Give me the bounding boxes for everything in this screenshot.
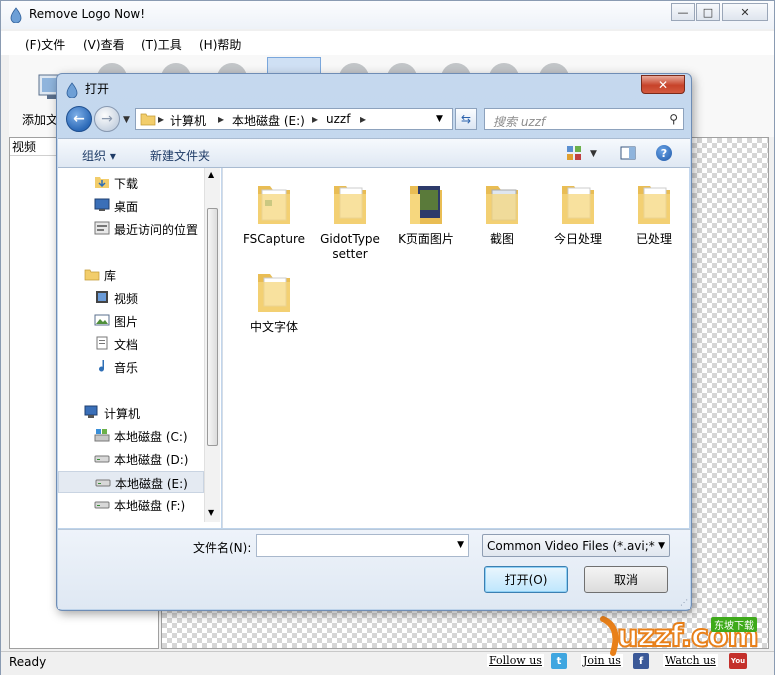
search-icon[interactable]: ⚲	[669, 112, 678, 126]
menu-view[interactable]: (V)查看	[83, 36, 125, 53]
drive-icon	[94, 501, 110, 509]
nav-item-downloads[interactable]: 下载	[58, 172, 204, 194]
drive-icon	[94, 455, 110, 463]
follow-us-link[interactable]: Follow us	[487, 654, 544, 667]
desktop-icon	[94, 198, 110, 211]
filetype-value: Common Video Files (*.avi;*.	[487, 539, 655, 553]
breadcrumb-drive-e[interactable]: 本地磁盘 (E:)	[232, 112, 305, 129]
search-box[interactable]: 搜索 uzzf ⚲	[484, 108, 684, 130]
filename-label: 文件名(N):	[193, 541, 252, 555]
app-logo-icon	[10, 7, 22, 23]
resize-grip-icon[interactable]: ⋰	[680, 598, 688, 607]
filetype-select[interactable]: Common Video Files (*.avi;*. ▼	[482, 534, 670, 557]
folder-icon	[562, 186, 594, 224]
watermark-badge: 东坡下载	[711, 617, 757, 632]
breadcrumb-computer[interactable]: 计算机	[170, 112, 206, 129]
file-item[interactable]: 今日处理	[541, 180, 615, 247]
folder-icon	[258, 186, 290, 224]
file-list[interactable]: FSCapture GidotType setter K页面图片 截图 今日处理…	[222, 168, 689, 528]
scroll-up-icon[interactable]: ▲	[208, 170, 214, 179]
dialog-close-button[interactable]: ✕	[641, 75, 685, 94]
file-item[interactable]: K页面图片	[389, 180, 463, 247]
watermark: uzzf.com 东坡下载	[599, 611, 769, 667]
dialog-title: 打开	[85, 82, 110, 96]
nav-scrollbar[interactable]: ▲ ▼	[204, 168, 220, 522]
system-drive-icon	[94, 429, 110, 442]
video-library-icon	[96, 291, 108, 303]
open-file-dialog: 打开 ✕ ← → ▼ ▸ 计算机 ▸ 本地磁盘 (E:) ▸ uzzf ▸ ▼ …	[56, 73, 692, 611]
filetype-dropdown-icon[interactable]: ▼	[658, 541, 665, 551]
nav-item-documents[interactable]: 文档	[58, 333, 204, 355]
drive-icon	[95, 479, 111, 487]
nav-item-desktop[interactable]: 桌面	[58, 195, 204, 217]
libraries-icon	[84, 269, 100, 281]
file-item[interactable]: 已处理	[617, 180, 691, 247]
cancel-button[interactable]: 取消	[584, 566, 668, 593]
nav-item-drive-c[interactable]: 本地磁盘 (C:)	[58, 425, 204, 447]
folder-icon	[258, 274, 290, 312]
forward-button[interactable]: →	[94, 106, 120, 132]
folder-icon	[334, 186, 366, 224]
open-button[interactable]: 打开(O)	[484, 566, 568, 593]
scrollbar-thumb[interactable]	[207, 208, 218, 446]
nav-item-videos[interactable]: 视频	[58, 287, 204, 309]
computer-icon	[84, 405, 98, 418]
address-bar[interactable]: ▸ 计算机 ▸ 本地磁盘 (E:) ▸ uzzf ▸ ▼	[135, 108, 453, 130]
breadcrumb-uzzf[interactable]: uzzf	[326, 112, 350, 126]
recent-locations-dropdown[interactable]: ▼	[123, 115, 130, 125]
help-icon[interactable]: ?	[656, 145, 672, 161]
nav-item-pictures[interactable]: 图片	[58, 310, 204, 332]
file-item[interactable]: 中文字体	[237, 268, 311, 335]
back-button[interactable]: ←	[66, 106, 92, 132]
menu-tools[interactable]: (T)工具	[141, 36, 182, 53]
nav-item-recent-places[interactable]: 最近访问的位置	[58, 218, 204, 240]
file-item[interactable]: GidotType setter	[313, 180, 387, 262]
filename-input[interactable]: ▼	[256, 534, 469, 557]
refresh-button[interactable]: ⇆	[455, 108, 477, 130]
add-video-label: 添加文	[22, 113, 59, 127]
address-dropdown-icon[interactable]: ▼	[436, 114, 443, 124]
folder-icon	[486, 186, 518, 224]
music-library-icon	[99, 360, 104, 372]
app-title: Remove Logo Now!	[29, 7, 146, 21]
new-folder-button[interactable]: 新建文件夹	[150, 147, 210, 164]
nav-item-music[interactable]: 音乐	[58, 356, 204, 378]
folder-icon	[410, 186, 442, 224]
filename-dropdown-icon[interactable]: ▼	[457, 540, 464, 550]
search-input[interactable]: 搜索 uzzf	[493, 113, 545, 130]
status-text: Ready	[9, 655, 47, 669]
file-item[interactable]: FSCapture	[237, 180, 311, 247]
navigation-pane: 下载 桌面 最近访问的位置 库 视频 图片 文档 音乐 计算机 本地磁盘 (C:…	[58, 168, 221, 528]
scroll-down-icon[interactable]: ▼	[208, 508, 214, 517]
nav-item-libraries[interactable]: 库	[58, 264, 204, 286]
recent-places-icon	[94, 221, 110, 235]
close-button[interactable]: ✕	[722, 3, 768, 21]
command-bar: 组织 ▾ 新建文件夹 ▼ ?	[58, 138, 690, 168]
dialog-footer: 文件名(N): ▼ Common Video Files (*.avi;*. ▼…	[58, 529, 690, 609]
folder-icon	[638, 186, 670, 224]
dialog-app-icon	[66, 82, 78, 98]
picture-library-icon	[94, 314, 110, 326]
preview-pane-icon[interactable]	[620, 145, 636, 161]
nav-item-drive-e[interactable]: 本地磁盘 (E:)	[58, 471, 204, 493]
menu-help[interactable]: (H)帮助	[199, 36, 241, 53]
document-library-icon	[96, 336, 108, 350]
minimize-button[interactable]: —	[671, 3, 695, 21]
nav-item-drive-f[interactable]: 本地磁盘 (F:)	[58, 494, 204, 516]
view-options-dropdown[interactable]: ▼	[590, 149, 597, 159]
maximize-button[interactable]: □	[696, 3, 720, 21]
change-view-icon[interactable]	[566, 145, 582, 161]
downloads-icon	[95, 177, 109, 188]
nav-item-drive-d[interactable]: 本地磁盘 (D:)	[58, 448, 204, 470]
menu-file[interactable]: (F)文件	[25, 36, 65, 53]
app-titlebar[interactable]: Remove Logo Now! — □ ✕	[1, 1, 774, 29]
twitter-icon[interactable]: t	[551, 653, 567, 669]
menu-bar: (F)文件 (V)查看 (T)工具 (H)帮助	[1, 31, 774, 55]
file-item[interactable]: 截图	[465, 180, 539, 247]
organize-button[interactable]: 组织 ▾	[82, 147, 116, 164]
nav-item-computer[interactable]: 计算机	[58, 402, 204, 424]
folder-icon	[140, 113, 156, 126]
